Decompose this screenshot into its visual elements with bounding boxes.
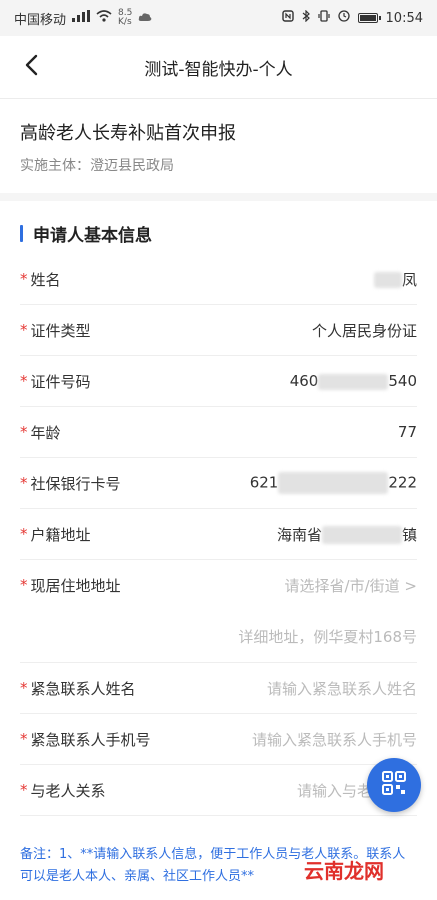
field-label: 紧急联系人姓名 [30, 679, 136, 698]
name-value-suffix: 凤 [401, 270, 417, 289]
bank-card-value: 621 222 [250, 472, 417, 494]
bank-card-suffix: 222 [388, 473, 417, 492]
service-header: 高龄老人长寿补贴首次申报 实施主体：澄迈县民政局 [0, 99, 437, 201]
qr-code-icon [381, 770, 407, 800]
household-prefix: 海南省 [276, 525, 322, 544]
redacted-blur [278, 472, 389, 494]
bluetooth-icon [302, 9, 310, 26]
watermark: 云南龙网 [304, 859, 384, 883]
required-mark: * [20, 525, 28, 543]
emergency-phone-input[interactable]: 请输入紧急联系人手机号 [252, 729, 417, 750]
chevron-left-icon [24, 54, 38, 80]
required-mark: * [20, 781, 28, 799]
field-relation[interactable]: * 与老人关系 请输入与老人关系 [20, 765, 417, 816]
field-label: 证件类型 [30, 321, 91, 340]
residence-detail-input[interactable]: 详细地址，例华夏村168号 [20, 610, 417, 663]
alarm-icon [337, 10, 350, 26]
field-id-number: * 证件号码 460 540 [20, 356, 417, 407]
nfc-icon [281, 10, 294, 26]
age-value: 77 [397, 423, 417, 441]
name-value: 凤 [373, 269, 417, 290]
field-label: 社保银行卡号 [30, 474, 121, 493]
back-button[interactable] [16, 52, 46, 82]
field-label: 证件号码 [30, 372, 91, 391]
net-speed: 8.5 K/s [118, 9, 132, 27]
field-label: 年龄 [30, 423, 61, 442]
required-mark: * [20, 423, 28, 441]
clock-time: 10:54 [385, 10, 423, 26]
field-household-address: * 户籍地址 海南省 镇 [20, 509, 417, 560]
field-id-type[interactable]: * 证件类型 个人居民身份证 [20, 305, 417, 356]
status-bar: 中国移动 8.5 K/s 10:54 [0, 0, 437, 36]
field-label: 与老人关系 [30, 781, 106, 800]
battery-icon [357, 13, 381, 23]
id-number-suffix: 540 [388, 372, 417, 390]
field-residence-address[interactable]: * 现居住地地址 请选择省/市/街道 > [20, 560, 417, 610]
signal-icon [72, 10, 91, 26]
required-mark: * [20, 372, 28, 390]
id-number-prefix: 460 [289, 372, 319, 390]
redacted-blur [373, 272, 402, 288]
field-emergency-phone[interactable]: * 紧急联系人手机号 请输入紧急联系人手机号 [20, 714, 417, 765]
section-title: 申请人基本信息 [33, 226, 152, 246]
field-age: * 年龄 77 [20, 407, 417, 458]
residence-region-picker[interactable]: 请选择省/市/街道 > [285, 575, 417, 596]
redacted-blur [318, 373, 389, 390]
qr-code-button[interactable] [367, 758, 421, 812]
required-mark: * [20, 270, 28, 288]
required-mark: * [20, 474, 28, 492]
vibrate-icon [317, 10, 330, 26]
carrier-label: 中国移动 [14, 12, 67, 28]
section-header: 申请人基本信息 [0, 201, 437, 254]
field-label: 户籍地址 [30, 525, 91, 544]
section-accent-bar [20, 225, 23, 242]
service-subtitle: 实施主体：澄迈县民政局 [20, 158, 174, 174]
field-label: 现居住地地址 [30, 576, 121, 595]
wifi-icon [96, 10, 112, 26]
service-title: 高龄老人长寿补贴首次申报 [20, 123, 236, 144]
field-bank-card: * 社保银行卡号 621 222 [20, 458, 417, 509]
page-title: 测试-智能快办-个人 [144, 59, 293, 80]
required-mark: * [20, 321, 28, 339]
field-name: * 姓名 凤 [20, 254, 417, 305]
field-label: 紧急联系人手机号 [30, 730, 151, 749]
residence-detail-placeholder: 详细地址，例华夏村168号 [238, 627, 417, 646]
required-mark: * [20, 730, 28, 748]
bank-card-prefix: 621 [249, 473, 279, 492]
required-mark: * [20, 576, 28, 594]
nav-bar: 测试-智能快办-个人 [0, 36, 437, 99]
field-label: 姓名 [30, 270, 61, 289]
redacted-blur [321, 526, 402, 544]
emergency-name-input[interactable]: 请输入紧急联系人姓名 [267, 678, 417, 699]
required-mark: * [20, 679, 28, 697]
household-suffix: 镇 [401, 525, 417, 544]
net-speed-unit: K/s [118, 17, 132, 27]
id-type-value: 个人居民身份证 [311, 321, 417, 340]
cloud-icon [138, 11, 152, 26]
id-number-value: 460 540 [290, 372, 417, 390]
field-emergency-name[interactable]: * 紧急联系人姓名 请输入紧急联系人姓名 [20, 663, 417, 714]
household-value: 海南省 镇 [277, 524, 417, 545]
